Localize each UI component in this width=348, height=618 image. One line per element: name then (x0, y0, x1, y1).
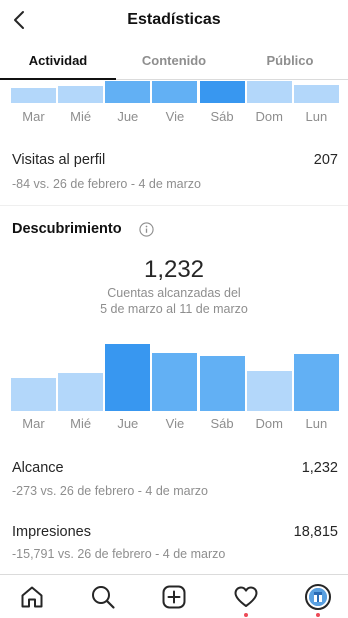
new-post-icon[interactable] (161, 584, 187, 610)
tab-publico[interactable]: Público (232, 53, 348, 68)
top-bar-sáb (199, 81, 245, 103)
activity-notification-dot (244, 613, 248, 617)
section-divider (0, 205, 348, 206)
bar-lun (293, 354, 339, 411)
profile-avatar[interactable] (305, 584, 331, 610)
discovery-title: Descubrimiento (12, 221, 122, 237)
tab-actividad[interactable]: Actividad (0, 53, 116, 68)
bar-mié (58, 373, 104, 411)
top-bar-jue (105, 81, 151, 103)
impressions-value: 18,815 (293, 524, 338, 540)
impressions-row[interactable]: Impresiones 18,815 -15,791 vs. 26 de feb… (12, 524, 338, 568)
bar-jue (105, 344, 151, 411)
reach-label: Alcance (12, 460, 64, 476)
active-tab-indicator (0, 78, 116, 80)
day-label-mié: Mié (70, 109, 92, 124)
top-chart-day-labels: Mar Mié Jue Vie Sáb Dom Lun (10, 109, 340, 125)
impressions-comparison: -15,791 vs. 26 de febrero - 4 de marzo (12, 547, 226, 561)
top-bar-dom (246, 81, 292, 103)
reach-comparison: -273 vs. 26 de febrero - 4 de marzo (12, 484, 208, 498)
reach-row[interactable]: Alcance 1,232 -273 vs. 26 de febrero - 4… (12, 460, 338, 504)
top-activity-chart (10, 81, 340, 103)
profile-visits-value: 207 (313, 152, 338, 168)
day-label-lun: Lun (305, 109, 328, 124)
day-label-jue: Jue (117, 109, 139, 124)
day-label-lun: Lun (305, 416, 328, 431)
day-label-mar: Mar (22, 416, 45, 431)
day-label-vie: Vie (165, 416, 185, 431)
accounts-reached-caption-line2: 5 de marzo al 11 de marzo (100, 302, 248, 316)
accounts-reached-caption-line1: Cuentas alcanzadas del (107, 286, 241, 300)
profile-visits-row[interactable]: Visitas al perfil 207 -84 vs. 26 de febr… (12, 152, 338, 196)
day-label-jue: Jue (117, 416, 139, 431)
impressions-label: Impresiones (12, 524, 91, 540)
profile-visits-comparison: -84 vs. 26 de febrero - 4 de marzo (12, 177, 201, 191)
header: Estadísticas (0, 0, 348, 42)
tab-contenido[interactable]: Contenido (116, 53, 232, 68)
bar-vie (152, 353, 198, 411)
page-title: Estadísticas (127, 11, 221, 28)
info-icon[interactable] (139, 222, 154, 237)
home-icon[interactable] (19, 584, 45, 610)
day-label-dom: Dom (255, 109, 283, 124)
reach-value: 1,232 (301, 460, 338, 476)
accounts-reached-count: 1,232 (143, 256, 205, 283)
bar-sáb (199, 356, 245, 411)
top-bar-mar (11, 88, 56, 103)
profile-notification-dot (316, 613, 320, 617)
bar-mar (11, 378, 56, 411)
day-label-dom: Dom (255, 416, 283, 431)
avatar-image (309, 588, 327, 606)
activity-heart-icon[interactable] (233, 584, 259, 610)
bar-dom (246, 371, 292, 411)
tab-bar: Actividad Contenido Público (0, 42, 348, 80)
search-icon[interactable] (90, 584, 116, 610)
discovery-chart (10, 344, 340, 411)
day-label-vie: Vie (165, 109, 185, 124)
top-bar-lun (293, 85, 339, 103)
day-label-mar: Mar (22, 109, 45, 124)
top-bar-mié (58, 86, 104, 103)
discovery-chart-day-labels: Mar Mié Jue Vie Sáb Dom Lun (10, 416, 340, 432)
day-label-sáb: Sáb (210, 109, 234, 124)
bottom-tab-bar (0, 574, 348, 618)
day-label-mié: Mié (70, 416, 92, 431)
profile-visits-label: Visitas al perfil (12, 152, 106, 168)
day-label-sáb: Sáb (210, 416, 234, 431)
top-bar-vie (152, 81, 198, 103)
